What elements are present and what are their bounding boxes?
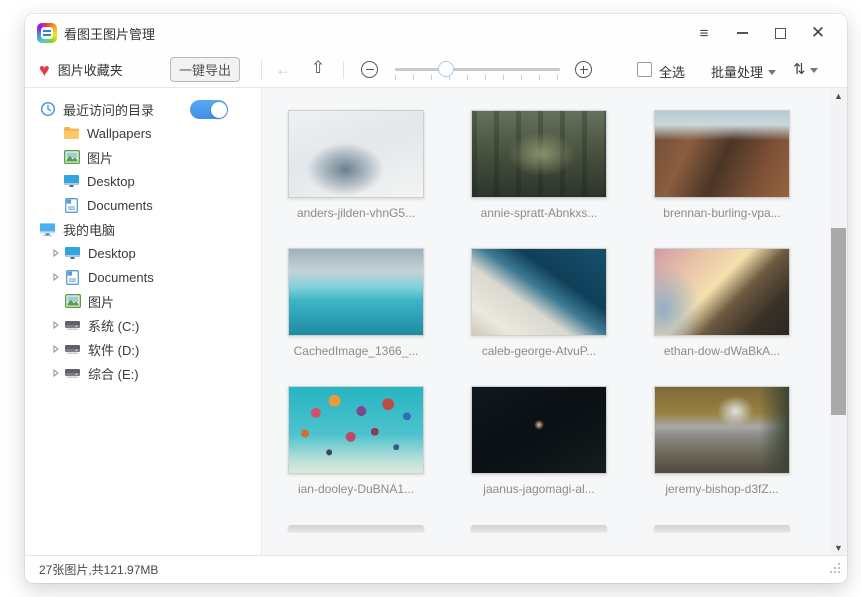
file-name: CachedImage_1366_... [288,344,424,358]
menu-icon[interactable]: ≡ [691,21,717,45]
titlebar: 看图王图片管理 ≡ ✕ [25,14,847,52]
sidebar-item-documents-recent[interactable]: Documents [25,193,261,217]
app-logo-icon [37,23,57,43]
drive-icon [64,341,81,357]
toolbar: ♥ 图片收藏夹 一键导出 ← ⇧ 全选 批量处理 ⇅ [25,52,847,88]
gallery-item[interactable]: anders-jilden-vhnG5... [288,110,424,220]
thumbnail-image[interactable] [471,110,607,198]
sidebar-item-pictures-recent[interactable]: 图片 [25,145,261,169]
image-icon [64,293,81,309]
gallery-panel: anders-jilden-vhnG5... annie-spratt-Abnk… [262,88,847,555]
sort-dropdown[interactable]: ⇅ [793,60,818,78]
toolbar-divider [343,61,344,79]
sidebar-item-drive-d[interactable]: 软件 (D:) [25,337,261,361]
scroll-up-icon[interactable]: ▲ [830,88,847,103]
monitor-icon [64,245,81,261]
gallery-item[interactable]: caleb-george-AtvuP... [471,248,607,358]
export-button[interactable]: 一键导出 [170,57,240,82]
computer-icon [39,221,56,237]
sidebar-item-drive-e[interactable]: 综合 (E:) [25,361,261,385]
gallery-item[interactable]: jaanus-jagomagi-al... [471,386,607,496]
document-icon [63,197,80,213]
folder-icon [63,125,80,141]
vertical-scrollbar[interactable]: ▲ ▼ [830,88,847,555]
statusbar: 27张图片,共121.97MB [25,555,847,583]
sidebar-item-desktop[interactable]: Desktop [25,241,261,265]
thumbnail-partial[interactable] [654,525,790,531]
file-name: ian-dooley-DuBNA1... [288,482,424,496]
clock-icon [39,101,56,117]
sidebar-item-wallpapers[interactable]: Wallpapers [25,121,261,145]
file-name: ethan-dow-dWaBkA... [654,344,790,358]
batch-process-dropdown[interactable]: 批量处理 [711,62,776,81]
thumbnail-image[interactable] [471,248,607,336]
window-title: 看图王图片管理 [64,24,155,43]
toolbar-divider [261,60,262,80]
sidebar: 最近访问的目录 Wallpapers 图片 Desktop [25,88,262,555]
partial-thumbnail-row [262,525,847,531]
thumbnail-grid: anders-jilden-vhnG5... annie-spratt-Abnk… [262,88,847,496]
chevron-down-icon [768,70,776,75]
maximize-button[interactable] [767,21,793,45]
expand-arrow-icon[interactable] [52,369,60,377]
select-all-label[interactable]: 全选 [659,62,685,81]
status-text: 27张图片,共121.97MB [39,561,158,578]
gallery-item[interactable]: CachedImage_1366_... [288,248,424,358]
file-name: brennan-burling-vpa... [654,206,790,220]
favorites-label: 图片收藏夹 [58,60,123,79]
expand-arrow-icon[interactable] [52,249,60,257]
resize-grip[interactable] [830,561,841,579]
thumbnail-partial[interactable] [288,525,424,531]
thumbnail-image[interactable] [288,248,424,336]
recent-dirs-toggle[interactable] [190,100,228,119]
gallery-item[interactable]: ian-dooley-DuBNA1... [288,386,424,496]
heart-icon: ♥ [39,61,50,79]
minimize-button[interactable] [729,21,755,45]
sidebar-item-recent-dirs[interactable]: 最近访问的目录 [25,97,261,121]
thumbnail-image[interactable] [654,386,790,474]
scrollbar-thumb[interactable] [831,228,846,415]
sidebar-item-drive-c[interactable]: 系统 (C:) [25,313,261,337]
gallery-item[interactable]: jeremy-bishop-d3fZ... [654,386,790,496]
slider-ticks [395,75,560,80]
sidebar-item-desktop-recent[interactable]: Desktop [25,169,261,193]
zoom-in-button[interactable] [575,61,592,78]
sidebar-item-pictures[interactable]: 图片 [25,289,261,313]
thumbnail-partial[interactable] [471,525,607,531]
thumbnail-image[interactable] [471,386,607,474]
chevron-down-icon [810,68,818,73]
thumbnail-image[interactable] [288,386,424,474]
gallery-item[interactable]: annie-spratt-Abnkxs... [471,110,607,220]
sidebar-item-my-computer[interactable]: 我的电脑 [25,217,261,241]
expand-arrow-icon[interactable] [52,345,60,353]
home-icon[interactable]: ⇧ [311,58,325,78]
drive-icon [64,365,81,381]
gallery-item[interactable]: ethan-dow-dWaBkA... [654,248,790,358]
zoom-out-button[interactable] [361,61,378,78]
image-icon [63,149,80,165]
select-all-checkbox[interactable] [637,62,652,77]
sidebar-item-documents[interactable]: Documents [25,265,261,289]
gallery-item[interactable]: brennan-burling-vpa... [654,110,790,220]
drive-icon [64,317,81,333]
thumbnail-image[interactable] [654,248,790,336]
file-name: caleb-george-AtvuP... [471,344,607,358]
thumbnail-image[interactable] [288,110,424,198]
expand-arrow-icon[interactable] [52,321,60,329]
thumbnail-image[interactable] [654,110,790,198]
monitor-icon [63,173,80,189]
file-name: anders-jilden-vhnG5... [288,206,424,220]
scroll-down-icon[interactable]: ▼ [830,540,847,555]
file-name: jeremy-bishop-d3fZ... [654,482,790,496]
expand-arrow-icon[interactable] [52,273,60,281]
zoom-slider[interactable] [395,68,560,71]
document-icon [64,269,81,285]
sort-icon: ⇅ [793,60,806,78]
app-window: 看图王图片管理 ≡ ✕ ♥ 图片收藏夹 一键导出 ← ⇧ 全选 批量处理 ⇅ [25,14,847,583]
file-name: annie-spratt-Abnkxs... [471,206,607,220]
back-arrow-icon[interactable]: ← [275,60,292,80]
file-name: jaanus-jagomagi-al... [471,482,607,496]
close-button[interactable]: ✕ [805,21,831,45]
